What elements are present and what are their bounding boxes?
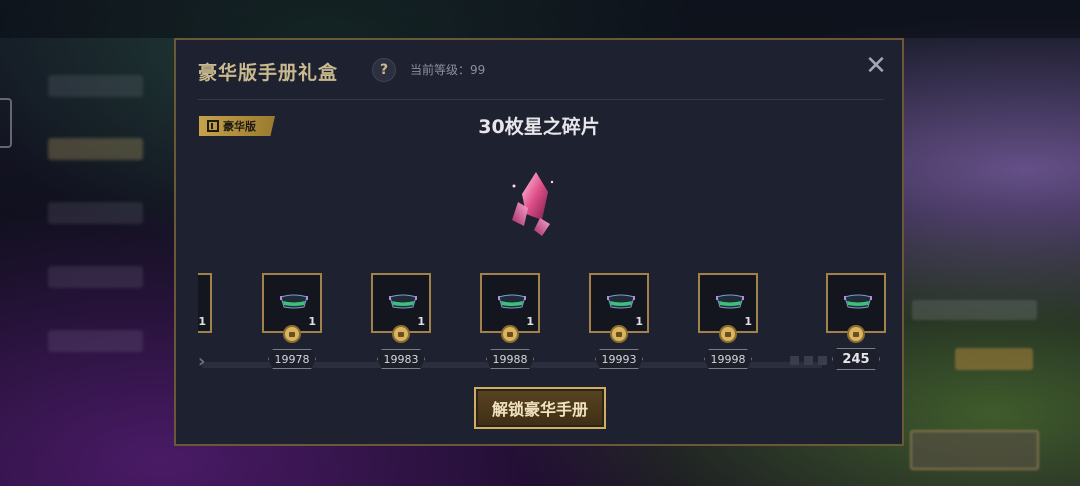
background-sidebar-item [48, 266, 143, 288]
help-button[interactable]: ? [372, 58, 396, 82]
unlock-deluxe-button[interactable]: 解锁豪华手册 [474, 387, 606, 429]
background-sidebar-item [48, 202, 143, 224]
level-marker: 19988 [486, 349, 534, 369]
level-marker: 19983 [377, 349, 425, 369]
reward-tile[interactable]: 1 [262, 273, 322, 343]
level-marker: 19978 [268, 349, 316, 369]
reward-qty: 1 [744, 315, 752, 328]
reward-qty: 1 [417, 315, 425, 328]
level-marker: 19998 [704, 349, 752, 369]
reward-qty: 1 [635, 315, 643, 328]
background-button [955, 348, 1033, 370]
chest-icon [498, 294, 526, 309]
reward-qty: 1 [308, 315, 316, 328]
background-sidebar-item [48, 330, 143, 352]
reward-tile[interactable]: 1 [698, 273, 758, 343]
chest-icon [607, 294, 635, 309]
deluxe-gift-modal: 豪华版手册礼盒 ? 当前等级：99 ✕ 豪华版 30枚星之碎片 › 1 1 1 … [174, 38, 904, 446]
lock-icon [847, 325, 865, 343]
reward-qty: 1 [198, 315, 206, 328]
reward-tile[interactable]: 1 [589, 273, 649, 343]
lock-icon [610, 325, 628, 343]
final-level-marker: 245 [832, 348, 880, 370]
chest-icon [844, 294, 872, 309]
background-top-bar [0, 0, 1080, 38]
background-sidebar-item [48, 138, 143, 160]
reward-qty: 1 [526, 315, 534, 328]
level-marker: 19993 [595, 349, 643, 369]
track-dot [790, 356, 799, 365]
chevron-left-icon[interactable]: › [198, 351, 205, 372]
header-divider [198, 99, 884, 100]
chest-icon [280, 294, 308, 309]
current-level-label: 当前等级：99 [410, 63, 486, 77]
reward-tile[interactable]: 1 [480, 273, 540, 343]
reward-tile[interactable]: 1 [371, 273, 431, 343]
reward-title: 30枚星之碎片 [478, 116, 600, 138]
background-text-block [912, 300, 1037, 320]
reward-tile-final[interactable] [826, 273, 886, 343]
background-hex-icon [0, 98, 12, 148]
lock-icon [392, 325, 410, 343]
track-dot [818, 356, 827, 365]
lock-icon [501, 325, 519, 343]
lock-icon [283, 325, 301, 343]
close-button[interactable]: ✕ [864, 53, 888, 79]
background-button [910, 430, 1039, 470]
modal-title: 豪华版手册礼盒 [198, 62, 339, 84]
lock-icon [719, 325, 737, 343]
chest-icon [389, 294, 417, 309]
reward-tile-partial[interactable]: 1 [198, 273, 212, 333]
star-shard-icon [512, 172, 554, 236]
chest-icon [716, 294, 744, 309]
background-sidebar-item [48, 75, 143, 97]
track-dot [804, 356, 813, 365]
